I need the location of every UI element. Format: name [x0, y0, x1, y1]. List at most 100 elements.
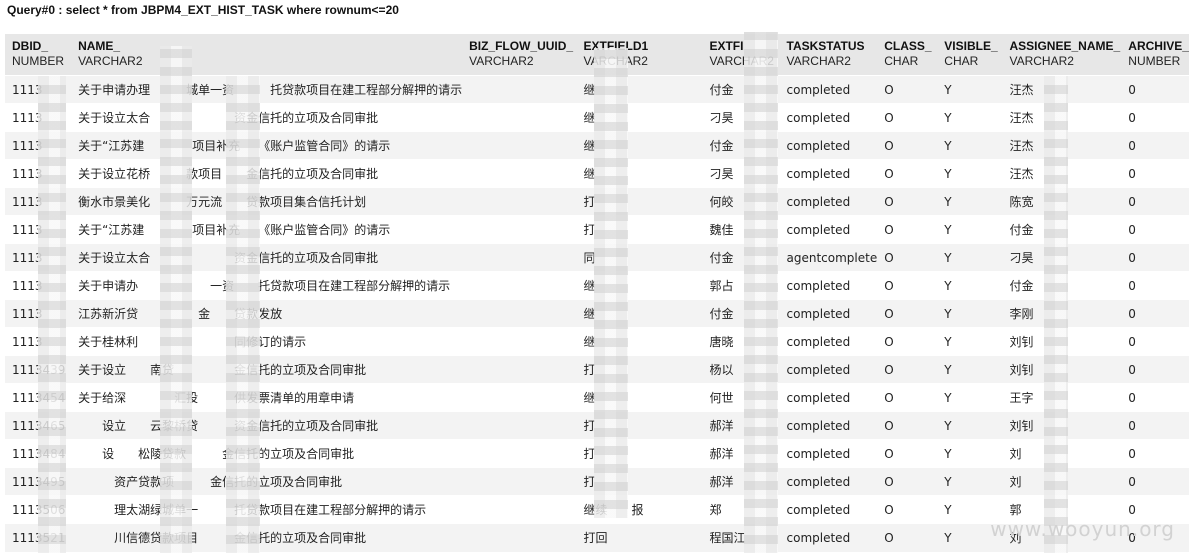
table-row[interactable]: 1113 关于设立太合 资金信托的立项及合同审批 继刁昊 completed O Y 汪杰 0 [5, 103, 1189, 132]
column-name: TASKSTATUS [786, 39, 865, 53]
visible-cell: Y [937, 467, 1003, 496]
class-cell: O [877, 103, 938, 132]
taskstatus-cell: completed [779, 159, 878, 188]
biz-flow-uuid-cell [462, 411, 577, 440]
visible-cell: Y [937, 299, 1003, 328]
class-cell: O [877, 439, 938, 468]
extfield1-cell: 继 [576, 103, 703, 132]
column-header-biz-flow-uuid[interactable]: BIZ_FLOW_UUID_ VARCHAR2 [462, 34, 577, 76]
extfield2-cell: 何世 [702, 383, 780, 412]
extfield2-cell: 魏佳 [702, 215, 780, 244]
dbid-cell: 1113454 [5, 383, 72, 412]
assignee-name-cell: 刘 [1002, 439, 1122, 468]
table-row[interactable]: 1113 衡水市景美化 万元流 贷款项目集合信托计划 打何皎 completed O Y 陈… [5, 187, 1189, 216]
table-row[interactable]: 1113454 关于给深 汇投 供发票清单的用章申请 继何世 completed O Y 王… [5, 383, 1189, 412]
assignee-name-cell: 王字 [1002, 383, 1122, 412]
table-row[interactable]: 1113 关于桂林利 同修订的请示 继唐晓 completed O Y 刘钊 0 [5, 327, 1189, 356]
extfield1-cell: 打回 [576, 523, 703, 552]
table-row[interactable]: 1113439 关于设立 南贷 金信托的立项及合同审批 打杨以 completed O Y… [5, 355, 1189, 384]
taskstatus-cell: completed [779, 75, 878, 104]
class-cell: O [877, 383, 938, 412]
dbid-cell: 1113 [5, 187, 72, 216]
extfield1-cell: 打 [576, 411, 703, 440]
column-name: EXTFI [709, 39, 744, 53]
column-header-taskstatus[interactable]: TASKSTATUS VARCHAR2 [779, 34, 878, 76]
class-cell: O [877, 411, 938, 440]
table-row[interactable]: 1113 关于“江苏建 项目补充 《账户监管合同》的请示 打魏佳 completed O… [5, 215, 1189, 244]
archive-cell: 0 [1121, 187, 1189, 216]
biz-flow-uuid-cell [462, 495, 577, 524]
dbid-cell: 1113 [5, 159, 72, 188]
assignee-name-cell: 汪杰 [1002, 131, 1122, 160]
column-header-assignee-name[interactable]: ASSIGNEE_NAME_ VARCHAR2 [1002, 34, 1122, 76]
column-type: VARCHAR2 [1009, 54, 1074, 68]
assignee-name-cell: 刘钊 [1002, 355, 1122, 384]
assignee-name-cell: 刘钊 [1002, 327, 1122, 356]
extfield2-cell: 郭占 [702, 271, 780, 300]
column-name: CLASS_ [884, 39, 932, 53]
visible-cell: Y [937, 411, 1003, 440]
column-header-archive[interactable]: ARCHIVE_ NUMBER [1121, 34, 1189, 76]
watermark: www.wooyun.org [990, 517, 1175, 541]
column-header-extfi[interactable]: EXTFI VARCHAR2 [702, 34, 780, 76]
assignee-name-cell: 付金 [1002, 215, 1122, 244]
archive-cell: 0 [1121, 103, 1189, 132]
column-name: VISIBLE_ [944, 39, 998, 53]
table-row[interactable]: 1113 江苏新沂贷 金 贷款发放 继付金 completed O Y 李刚 0 [5, 299, 1189, 328]
table-row[interactable]: 1113 关于申请办理 城单一资 托贷款项目在建工程部分解押的请示 继付金 compl… [5, 75, 1189, 104]
table-row[interactable]: 1113 关于设立太合 资金信托的立项及合同审批 同付金 agentcomplete O… [5, 243, 1189, 272]
table-row[interactable]: 1113465 设立 云黎桥贷 资金信托的立项及合同审批 打郝洋 completed… [5, 411, 1189, 440]
column-header-dbid[interactable]: DBID_ NUMBER [5, 34, 72, 76]
biz-flow-uuid-cell [462, 75, 577, 104]
archive-cell: 0 [1121, 439, 1189, 468]
assignee-name-cell: 陈宽 [1002, 187, 1122, 216]
table-row[interactable]: 1113 关于申请办 一资 托贷款项目在建工程部分解押的请示 继郭占 complete… [5, 271, 1189, 300]
biz-flow-uuid-cell [462, 187, 577, 216]
extfield2-cell: 刁昊 [702, 159, 780, 188]
extfield1-cell: 打 [576, 467, 703, 496]
assignee-name-cell: 李刚 [1002, 299, 1122, 328]
column-header-class[interactable]: CLASS_ CHAR [877, 34, 938, 76]
column-name: DBID_ [12, 39, 49, 53]
visible-cell: Y [937, 355, 1003, 384]
taskstatus-cell: completed [779, 215, 878, 244]
extfield2-cell: 郑 [702, 495, 780, 524]
extfield1-cell: 继 [576, 159, 703, 188]
class-cell: O [877, 243, 938, 272]
table-row[interactable]: 1113495 资产贷款项 金信托的立项及合同审批 打郝洋 completed O Y 刘… [5, 467, 1189, 496]
biz-flow-uuid-cell [462, 467, 577, 496]
column-name: ASSIGNEE_NAME_ [1009, 39, 1121, 53]
taskstatus-cell: completed [779, 299, 878, 328]
archive-cell: 0 [1121, 411, 1189, 440]
name-cell: 川信德贷款项目 金信托的立项及合同审批 [71, 523, 463, 552]
results-table: DBID_ NUMBER NAME_ VARCHAR2 BIZ_FLOW_UUID_ VA… [5, 34, 1189, 552]
column-header-visible[interactable]: VISIBLE_ CHAR [937, 34, 1003, 76]
extfield1-cell: 继续 报 [576, 495, 703, 524]
name-cell: 关于申请办理 城单一资 托贷款项目在建工程部分解押的请示 [71, 75, 463, 104]
name-cell: 衡水市景美化 万元流 贷款项目集合信托计划 [71, 187, 463, 216]
archive-cell: 0 [1121, 243, 1189, 272]
class-cell: O [877, 159, 938, 188]
dbid-cell: 1113 [5, 327, 72, 356]
extfield2-cell: 刁昊 [702, 103, 780, 132]
visible-cell: Y [937, 271, 1003, 300]
name-cell: 江苏新沂贷 金 贷款发放 [71, 299, 463, 328]
class-cell: O [877, 187, 938, 216]
assignee-name-cell: 汪杰 [1002, 159, 1122, 188]
biz-flow-uuid-cell [462, 215, 577, 244]
column-header-extfield1[interactable]: EXTFIELD1 VARCHAR2 [576, 34, 703, 76]
column-type: NUMBER [1128, 54, 1181, 68]
extfield1-cell: 打 [576, 187, 703, 216]
table-row[interactable]: 1113 关于设立花桥 款项目 金信托的立项及合同审批 继刁昊 completed O Y… [5, 159, 1189, 188]
column-header-name[interactable]: NAME_ VARCHAR2 [71, 34, 463, 76]
extfield1-cell: 打 [576, 355, 703, 384]
dbid-cell: 1113 [5, 271, 72, 300]
biz-flow-uuid-cell [462, 355, 577, 384]
extfield1-cell: 打 [576, 439, 703, 468]
table-row[interactable]: 1113 关于“江苏建 项目补充 《账户监管合同》的请示 继付金 completed O… [5, 131, 1189, 160]
extfield1-cell: 继 [576, 327, 703, 356]
dbid-cell: 1113 [5, 243, 72, 272]
name-cell: 关于设立太合 资金信托的立项及合同审批 [71, 243, 463, 272]
class-cell: O [877, 355, 938, 384]
table-row[interactable]: 1113484 设 松陵贷款 金信托的立项及合同审批 打郝洋 completed O Y… [5, 439, 1189, 468]
